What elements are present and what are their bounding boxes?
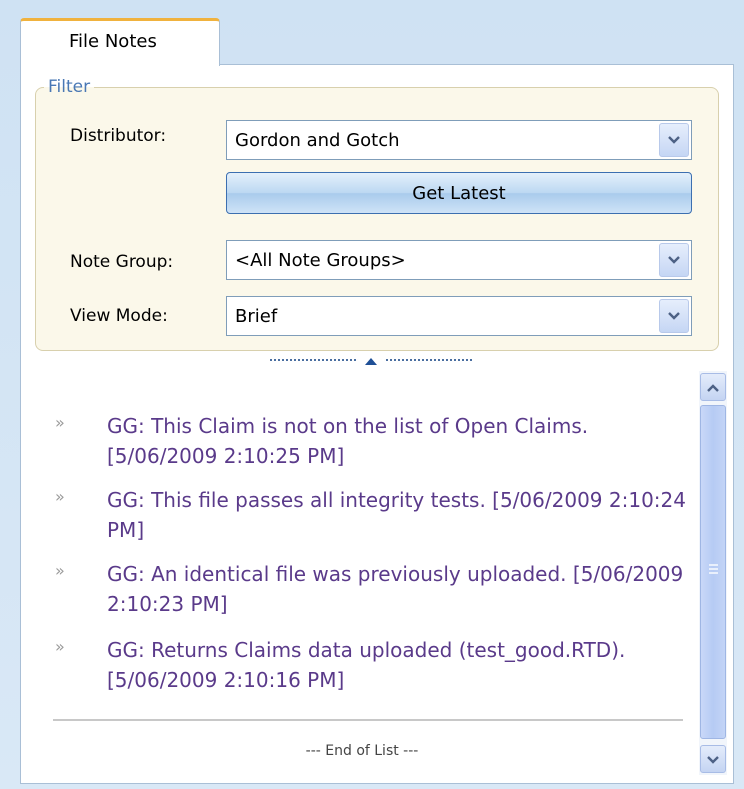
note-text: GG: This Claim is not on the list of Ope… — [107, 414, 589, 468]
bullet-icon: » — [55, 637, 65, 656]
chevron-down-icon[interactable] — [659, 299, 689, 333]
view-mode-select[interactable]: Brief — [226, 296, 692, 336]
note-group-select[interactable]: <All Note Groups> — [226, 240, 692, 280]
bullet-icon: » — [55, 487, 65, 506]
chevron-down-icon[interactable] — [659, 123, 689, 157]
collapse-up-icon[interactable] — [364, 351, 378, 370]
note-group-label: Note Group: — [70, 252, 174, 272]
bullet-icon: » — [55, 561, 65, 580]
list-divider — [53, 719, 683, 721]
scroll-down-button[interactable] — [700, 745, 726, 773]
get-latest-button[interactable]: Get Latest — [226, 172, 692, 214]
tab-label: File Notes — [69, 31, 157, 52]
file-notes-window: File Notes Filter Distributor: Gordon an… — [0, 0, 744, 789]
scroll-thumb[interactable] — [700, 405, 726, 739]
notes-list: » GG: This Claim is not on the list of O… — [35, 371, 689, 779]
chevron-down-icon[interactable] — [659, 243, 689, 277]
distributor-value: Gordon and Gotch — [235, 130, 400, 151]
note-text: GG: An identical file was previously upl… — [107, 562, 684, 616]
note-group-value: <All Note Groups> — [235, 250, 406, 271]
filter-legend: Filter — [44, 77, 95, 97]
distributor-label: Distributor: — [70, 126, 167, 146]
tab-file-notes[interactable]: File Notes — [20, 18, 220, 66]
filter-splitter[interactable] — [261, 353, 481, 367]
end-of-list-label: --- End of List --- — [305, 743, 419, 759]
distributor-select[interactable]: Gordon and Gotch — [226, 120, 692, 160]
note-text: GG: Returns Claims data uploaded (test_g… — [107, 638, 626, 692]
scroll-up-button[interactable] — [700, 373, 726, 401]
chevron-up-icon — [706, 378, 720, 397]
note-text: GG: This file passes all integrity tests… — [107, 488, 686, 542]
splitter-dots-right — [386, 359, 472, 361]
view-mode-value: Brief — [235, 306, 278, 327]
chevron-down-icon — [706, 750, 720, 769]
splitter-dots-left — [270, 359, 356, 361]
filter-group: Filter Distributor: Gordon and Gotch Get… — [35, 77, 719, 351]
grip-icon — [709, 564, 718, 574]
notes-scrollbar[interactable] — [699, 371, 727, 775]
file-notes-panel: Filter Distributor: Gordon and Gotch Get… — [20, 64, 734, 784]
view-mode-label: View Mode: — [70, 306, 168, 326]
bullet-icon: » — [55, 413, 65, 432]
